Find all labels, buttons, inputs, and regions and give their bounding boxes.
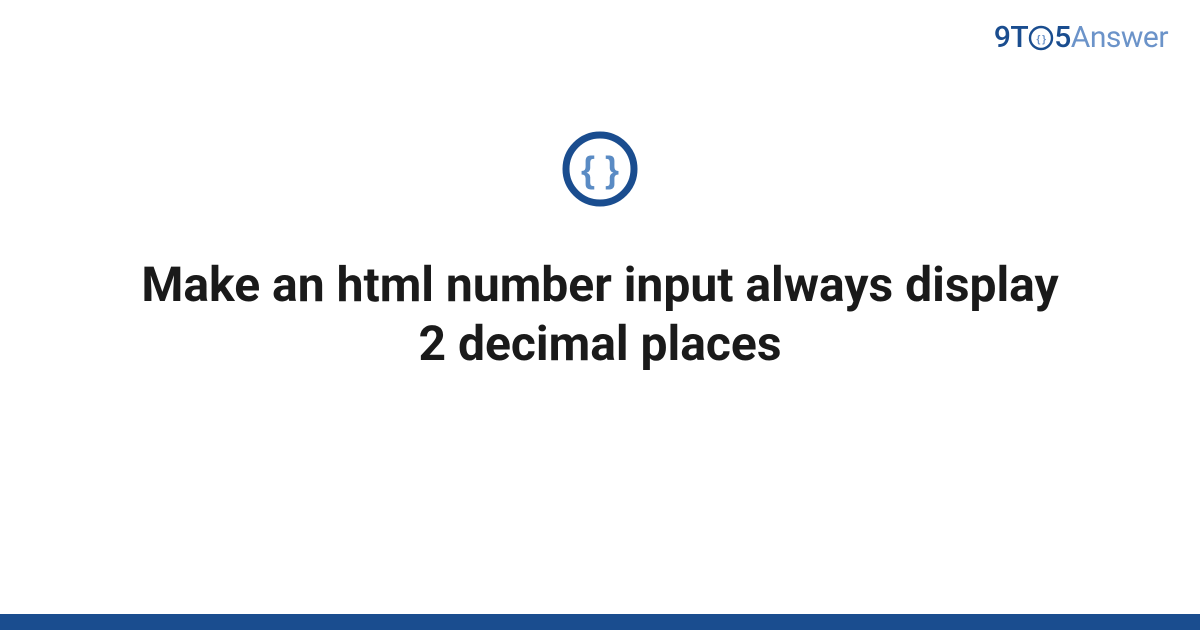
bottom-accent-bar: [0, 614, 1200, 630]
logo-part-answer: Answer: [1071, 20, 1168, 55]
code-braces-icon: { }: [561, 130, 639, 208]
site-logo: 9T { } 5Answer: [994, 20, 1168, 55]
main-content: { } Make an html number input always dis…: [0, 130, 1200, 373]
logo-part-o: { }: [1028, 20, 1054, 55]
svg-text:{ }: { }: [1037, 35, 1047, 46]
logo-part-t: T: [1010, 20, 1028, 55]
page-title: Make an html number input always display…: [125, 256, 1075, 373]
logo-part-5: 5: [1054, 20, 1071, 55]
logo-part-9: 9: [994, 20, 1011, 55]
svg-text:{ }: { }: [581, 149, 619, 190]
